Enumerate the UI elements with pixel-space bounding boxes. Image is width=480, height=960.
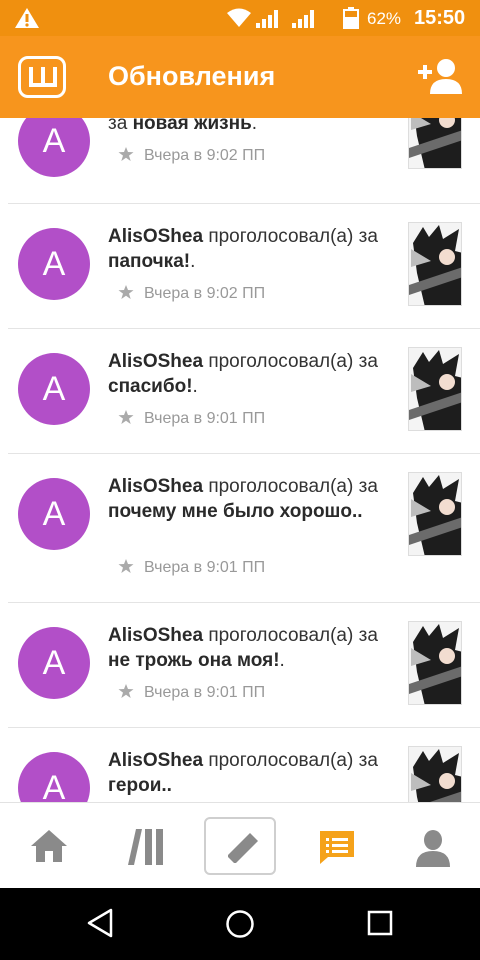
star-icon: [118, 147, 134, 161]
story-title[interactable]: спасибо!: [108, 376, 193, 397]
story-cover-image[interactable]: [408, 621, 462, 705]
battery-percent: 62%: [367, 9, 402, 28]
home-icon: [31, 830, 67, 862]
profile-icon: [416, 830, 450, 867]
story-cover-image[interactable]: [408, 472, 462, 556]
story-cover-image[interactable]: [408, 347, 462, 431]
activity-text: AlisOShea проголосовал(а) за не трожь он…: [108, 625, 378, 671]
divider: [8, 602, 480, 603]
star-icon: [118, 285, 134, 299]
activity-text: за новая жизнь.: [108, 118, 393, 136]
star-icon: [118, 684, 134, 698]
bottom-nav: [0, 802, 480, 888]
timestamp: Вчера в 9:01 ПП: [118, 409, 265, 428]
edit-icon: [228, 833, 258, 863]
nav-write[interactable]: [204, 817, 276, 875]
story-title[interactable]: новая жизнь: [133, 118, 252, 134]
warning-icon: [15, 8, 39, 28]
wifi-icon: [227, 8, 251, 27]
divider: [8, 203, 480, 204]
avatar[interactable]: A: [18, 118, 90, 177]
story-cover-image[interactable]: [408, 118, 462, 169]
nav-updates[interactable]: [300, 817, 372, 875]
activity-text: AlisOShea проголосовал(а) за спасибо!.: [108, 351, 378, 397]
back-icon[interactable]: [86, 908, 114, 938]
story-title[interactable]: герои..: [108, 775, 172, 796]
story-title[interactable]: почему мне было хорошо..: [108, 501, 363, 522]
timestamp: Вчера в 9:01 ПП: [118, 683, 265, 702]
app-logo-icon[interactable]: [18, 56, 66, 98]
signal-icon: [292, 10, 314, 28]
timestamp: Вчера в 9:02 ПП: [118, 284, 265, 303]
timestamp: Вчера в 9:02 ПП: [118, 146, 265, 165]
system-nav-bar: [0, 888, 480, 960]
story-cover-image[interactable]: [408, 222, 462, 306]
activity-text: AlisOShea проголосовал(а) за почему мне …: [108, 476, 378, 522]
updates-feed[interactable]: A за новая жизнь. Вчера в 9:02 ПП A Alis…: [0, 118, 480, 802]
divider: [8, 328, 480, 329]
story-title[interactable]: не трожь она моя!: [108, 650, 280, 671]
timestamp: Вчера в 9:01 ПП: [118, 558, 265, 577]
avatar[interactable]: A: [18, 228, 90, 300]
username[interactable]: AlisOShea: [108, 625, 203, 646]
battery-icon: [343, 7, 359, 29]
nav-home[interactable]: [12, 817, 84, 875]
recents-icon[interactable]: [366, 908, 394, 938]
nav-library[interactable]: [110, 817, 182, 875]
messages-icon: [320, 831, 354, 864]
activity-text: AlisOShea проголосовал(а) за герои..: [108, 750, 378, 796]
divider: [8, 453, 480, 454]
avatar[interactable]: A: [18, 353, 90, 425]
activity-text: AlisOShea проголосовал(а) за папочка!.: [108, 226, 378, 272]
username[interactable]: AlisOShea: [108, 476, 203, 497]
username[interactable]: AlisOShea: [108, 351, 203, 372]
username[interactable]: AlisOShea: [108, 750, 203, 771]
app-bar: Обновления: [0, 36, 480, 118]
avatar[interactable]: A: [18, 752, 90, 802]
library-icon: [128, 829, 163, 865]
username[interactable]: AlisOShea: [108, 226, 203, 247]
avatar[interactable]: A: [18, 627, 90, 699]
star-icon: [118, 559, 134, 573]
add-user-icon[interactable]: [418, 58, 462, 94]
star-icon: [118, 410, 134, 424]
story-title[interactable]: папочка!: [108, 251, 190, 272]
home-circle-icon[interactable]: [224, 908, 256, 940]
status-bar: 62% 15:50: [0, 0, 480, 36]
nav-profile[interactable]: [396, 817, 468, 875]
page-title: Обновления: [108, 61, 276, 91]
signal-icon: [256, 10, 278, 28]
clock: 15:50: [414, 7, 466, 29]
story-cover-image[interactable]: [408, 746, 462, 802]
divider: [8, 727, 480, 728]
avatar[interactable]: A: [18, 478, 90, 550]
